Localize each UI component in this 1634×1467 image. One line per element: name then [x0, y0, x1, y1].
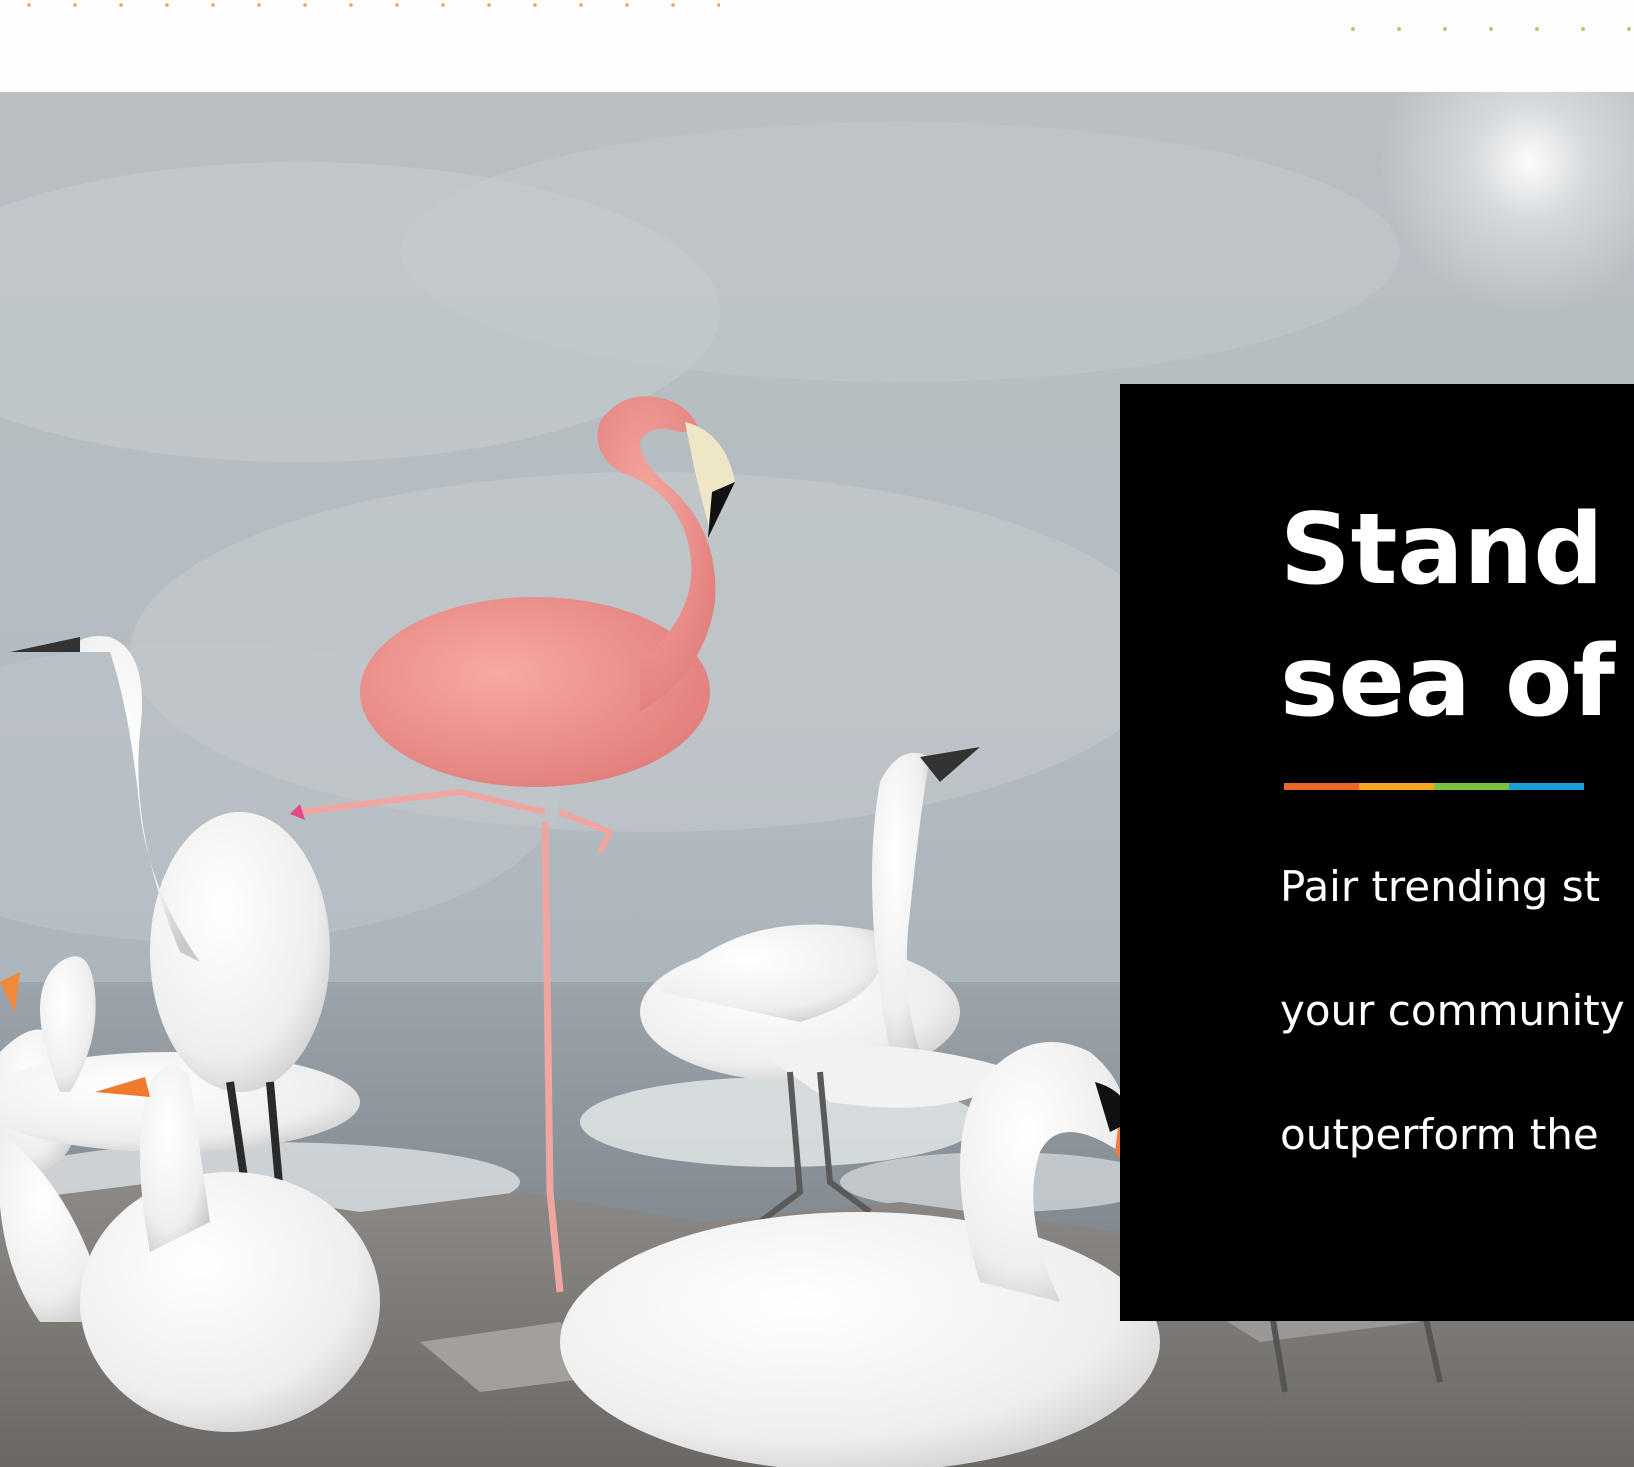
body-line-2: your community — [1280, 986, 1625, 1035]
rule-segment-blue — [1509, 783, 1584, 790]
top-band — [0, 0, 1634, 92]
rule-segment-orange — [1284, 783, 1359, 790]
rule-segment-yellow — [1359, 783, 1434, 790]
hero-body-copy: Pair trending st your community outperfo… — [1280, 850, 1625, 1222]
body-line-1: Pair trending st — [1280, 862, 1601, 911]
body-line-3: outperform the — [1280, 1110, 1599, 1159]
promo-panel: Stand o sea of s Pair trending st your c… — [1120, 384, 1634, 1321]
hero-section: Stand o sea of s Pair trending st your c… — [0, 92, 1634, 1467]
orange-dot-pattern — [0, 0, 720, 10]
rainbow-divider — [1284, 783, 1584, 790]
hero-headline: Stand o sea of s — [1280, 484, 1634, 748]
rule-segment-green — [1434, 783, 1509, 790]
headline-line-2: sea of s — [1280, 625, 1634, 739]
green-dot-pattern — [1330, 6, 1634, 66]
headline-line-1: Stand o — [1280, 493, 1634, 607]
